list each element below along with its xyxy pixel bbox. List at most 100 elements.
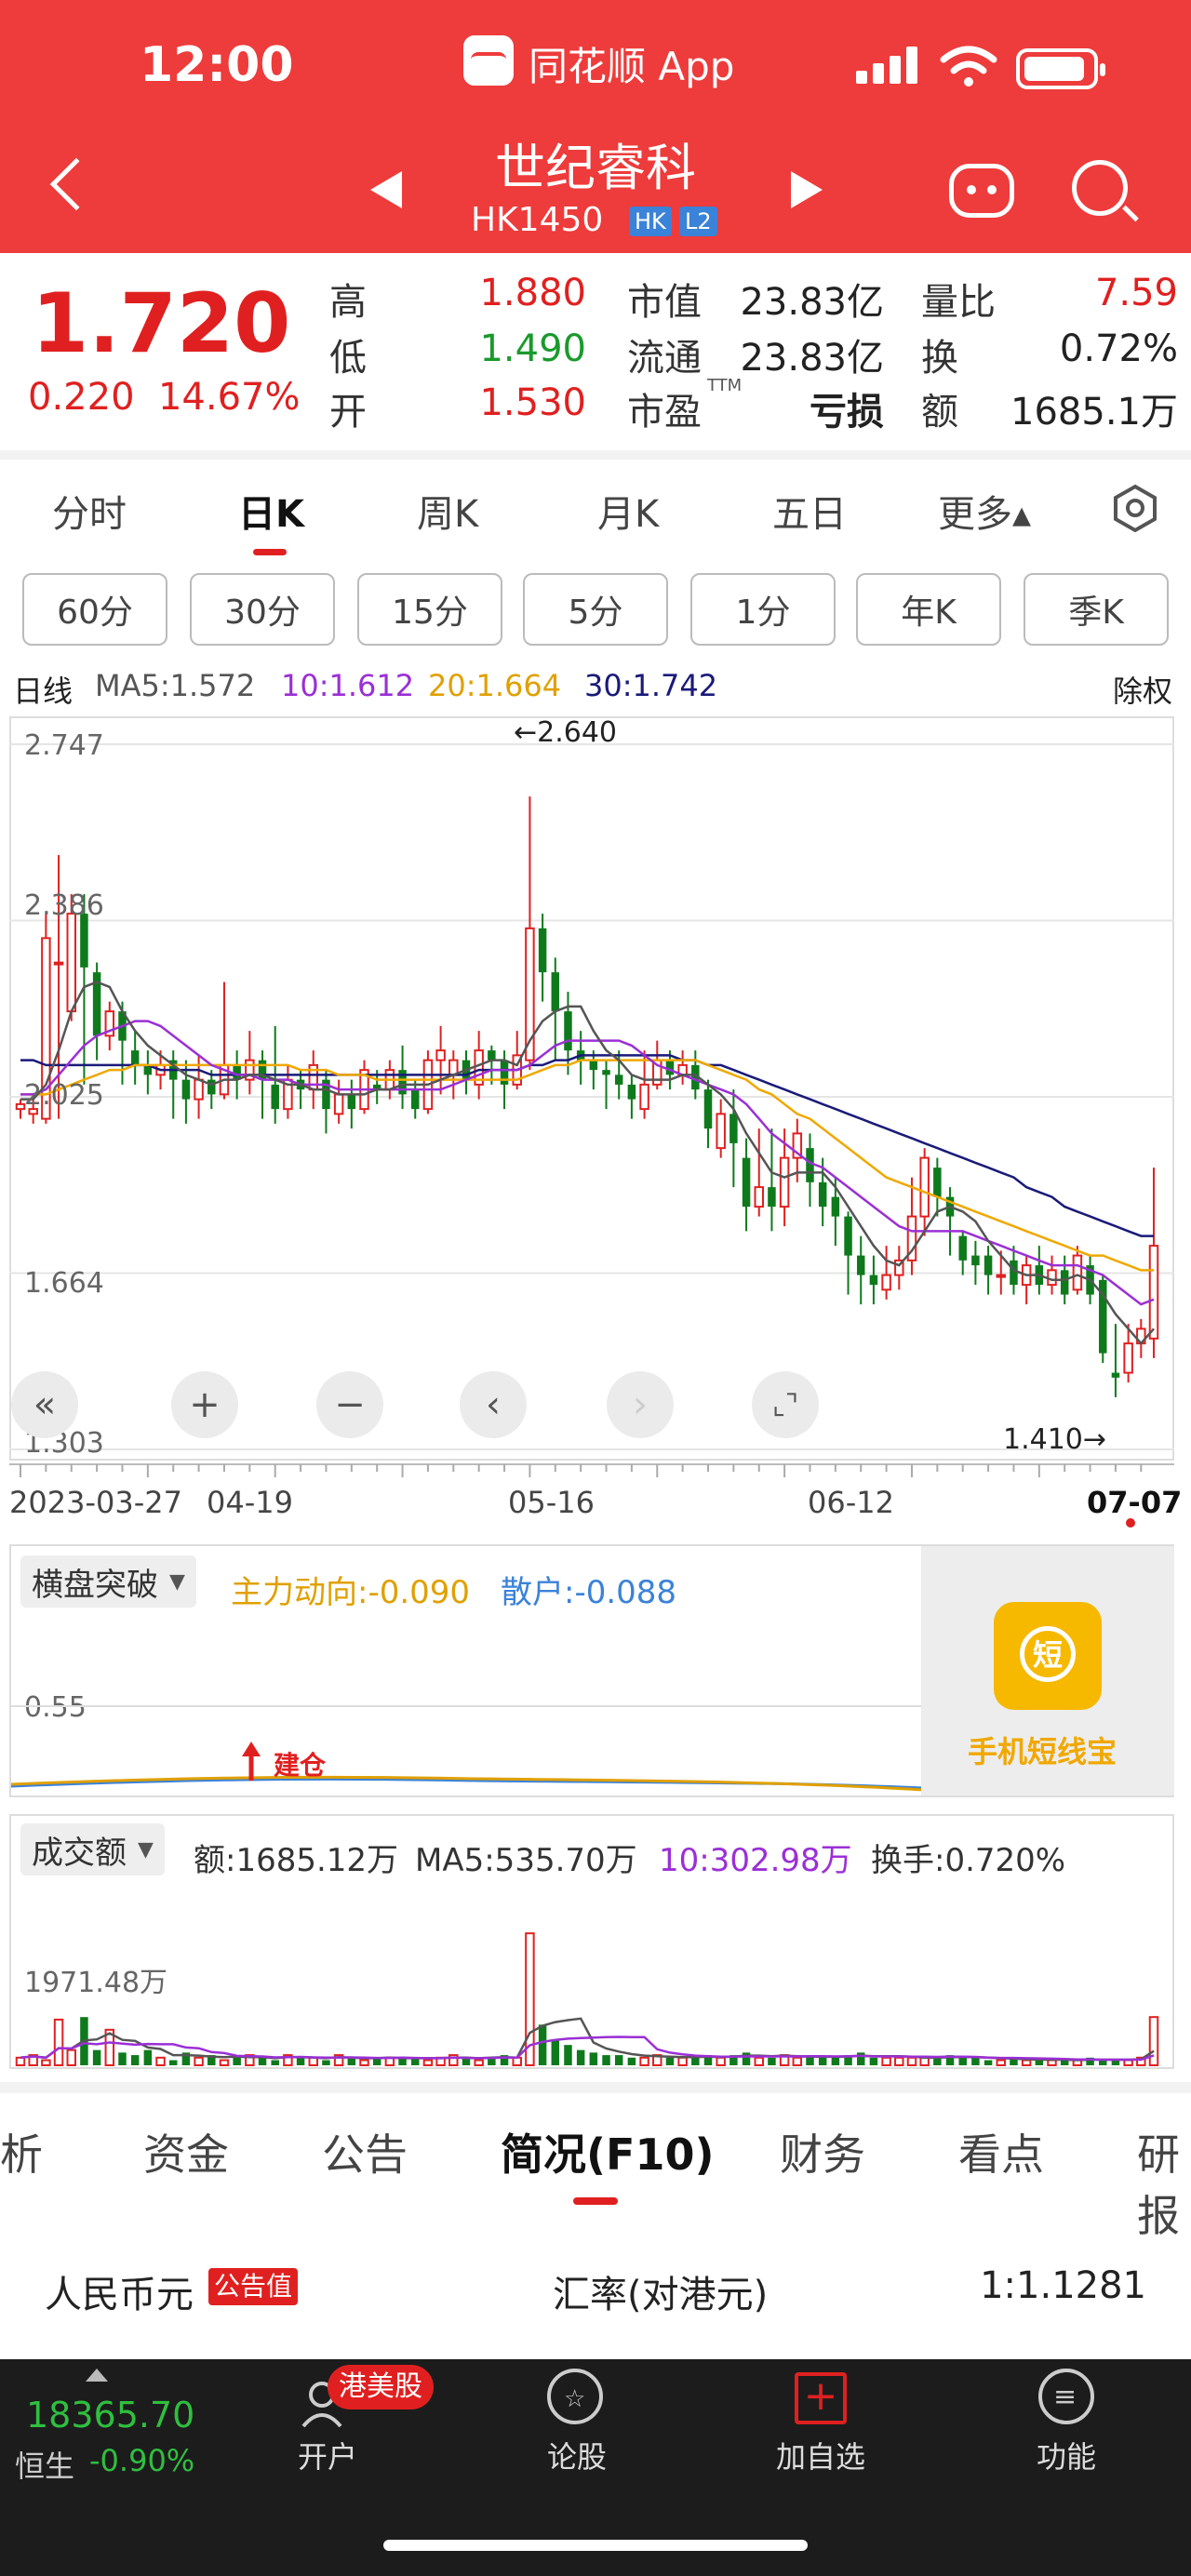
robot-assistant-icon[interactable] <box>949 164 1014 218</box>
fullscreen-icon[interactable]: ⌞⌝ <box>752 1371 819 1438</box>
build-position-label: 建仓 <box>274 1750 327 1781</box>
volume-bar <box>66 2049 76 2067</box>
tab-weekly-k[interactable]: 周K <box>417 484 478 538</box>
date-label: 04-19 <box>207 1485 293 1520</box>
candle-body <box>818 1181 827 1208</box>
period-1min-button[interactable]: 1分 <box>690 573 836 646</box>
current-date-dot <box>1126 1518 1135 1528</box>
candle-body <box>333 1093 344 1115</box>
pe-label: 市盈 <box>627 391 702 434</box>
pe-value: 亏损 <box>810 391 884 434</box>
volume-bar <box>906 2056 917 2066</box>
prev-stock-icon[interactable] <box>370 171 402 208</box>
scroll-right-icon[interactable]: › <box>607 1371 674 1438</box>
short-term-icon[interactable]: 短 <box>994 1602 1102 1710</box>
kline-chart[interactable] <box>9 716 1174 1461</box>
volume-bar <box>168 2060 178 2065</box>
ma30-legend: 30:1.742 <box>584 668 718 703</box>
zoom-in-icon[interactable]: + <box>171 1371 238 1438</box>
volume-bar <box>322 2060 330 2065</box>
volume-bar <box>53 2018 64 2066</box>
tab-five-day[interactable]: 五日 <box>772 484 847 538</box>
low-label: 低 <box>329 337 367 380</box>
indicator-selector[interactable]: 横盘突破 ▼ <box>20 1555 196 1608</box>
tab-capital[interactable]: 资金 <box>143 2121 229 2182</box>
period-15min-button[interactable]: 15分 <box>357 573 502 646</box>
tab-monthly-k[interactable]: 月K <box>597 484 659 538</box>
tab-intraday[interactable]: 分时 <box>52 484 127 538</box>
volume-bar <box>1047 2059 1057 2067</box>
tab-highlights[interactable]: 看点 <box>958 2121 1044 2182</box>
nav-add-watchlist[interactable]: 加自选 <box>776 2434 865 2476</box>
tab-analysis[interactable]: 分析 <box>0 2121 43 2182</box>
tab-more[interactable]: 更多▴ <box>938 484 1031 538</box>
zoom-out-icon[interactable]: − <box>316 1371 383 1438</box>
volume-bar <box>665 2057 675 2065</box>
nav-functions[interactable]: 功能 <box>1037 2434 1096 2476</box>
retail-value: 散户:-0.088 <box>501 1574 677 1611</box>
volume-bar <box>831 2057 840 2065</box>
candle-body <box>398 1070 407 1095</box>
volume-bar <box>677 2056 688 2066</box>
next-stock-icon[interactable] <box>791 171 823 208</box>
rewind-icon[interactable]: « <box>11 1371 78 1438</box>
main-force-value: 主力动向:-0.090 <box>231 1574 471 1611</box>
search-icon[interactable] <box>1072 160 1128 216</box>
adjust-label[interactable]: 除权 <box>1113 668 1172 711</box>
period-yearly-k-button[interactable]: 年K <box>856 573 1001 646</box>
candle-body <box>564 1011 572 1051</box>
dropdown-icon: ▼ <box>169 1569 185 1594</box>
app-name: 同花顺 App <box>529 44 735 89</box>
volume-bar <box>564 2045 572 2065</box>
volume-bar <box>359 2059 369 2067</box>
candle-body <box>639 1083 649 1111</box>
candle-body <box>1111 1372 1120 1378</box>
promo-label[interactable]: 手机短线宝 <box>968 1728 1117 1771</box>
tab-announcements[interactable]: 公告 <box>322 2121 408 2182</box>
candle-body <box>627 1084 636 1100</box>
expand-arrow-icon[interactable] <box>86 2369 108 2382</box>
candle-body <box>15 1102 26 1111</box>
amount-label: 额 <box>921 391 958 434</box>
index-change[interactable]: -0.90% <box>89 2443 194 2478</box>
candle-body <box>602 1070 610 1075</box>
high-value: 1.880 <box>479 272 586 314</box>
tab-daily-k[interactable]: 日K <box>238 484 304 538</box>
volume-bar <box>474 2059 484 2067</box>
turnover-value: 0.72% <box>1059 327 1178 370</box>
nav-open-account[interactable]: 开户 <box>298 2434 357 2476</box>
volume-bar <box>984 2060 993 2065</box>
candle-body <box>1072 1254 1083 1291</box>
settings-hex-icon[interactable] <box>1111 484 1159 532</box>
period-quarterly-k-button[interactable]: 季K <box>1024 573 1169 646</box>
tab-research[interactable]: 研报 <box>1137 2121 1191 2244</box>
volume-bar <box>271 2060 279 2065</box>
indicator-lines <box>11 1705 923 1792</box>
candle-body <box>768 1187 776 1208</box>
volume-chart <box>15 1932 1159 2067</box>
hk-us-badge[interactable]: 港美股 <box>328 2365 434 2409</box>
volume-selector[interactable]: 成交额 ▼ <box>20 1823 165 1875</box>
candle-body <box>806 1148 814 1182</box>
date-label: 05-16 <box>508 1485 595 1520</box>
period-60min-button[interactable]: 60分 <box>22 573 167 646</box>
nav-discuss[interactable]: 论股 <box>547 2434 607 2476</box>
volume-bar <box>996 2059 1007 2067</box>
volume-bar <box>118 2052 127 2065</box>
tab-f10-overview[interactable]: 简况(F10) <box>501 2121 714 2182</box>
candle-body <box>881 1274 891 1291</box>
high-price-marker: ←2.640 <box>514 716 618 749</box>
period-30min-button[interactable]: 30分 <box>190 573 335 646</box>
add-watchlist-icon[interactable]: + <box>795 2372 847 2424</box>
volume-bar <box>614 2055 623 2065</box>
tab-financials[interactable]: 财务 <box>780 2121 865 2182</box>
candle-body <box>181 1079 191 1100</box>
index-value[interactable]: 18365.70 <box>26 2395 194 2436</box>
index-name[interactable]: 恒生 <box>15 2443 74 2486</box>
volume-ma5: MA5:535.70万 <box>415 1842 637 1879</box>
signal-icon <box>856 47 921 84</box>
period-5min-button[interactable]: 5分 <box>523 573 668 646</box>
price-change: 0.220 14.67% <box>28 376 300 419</box>
volume-bar <box>1035 2060 1044 2065</box>
scroll-left-icon[interactable]: ‹ <box>460 1371 527 1438</box>
